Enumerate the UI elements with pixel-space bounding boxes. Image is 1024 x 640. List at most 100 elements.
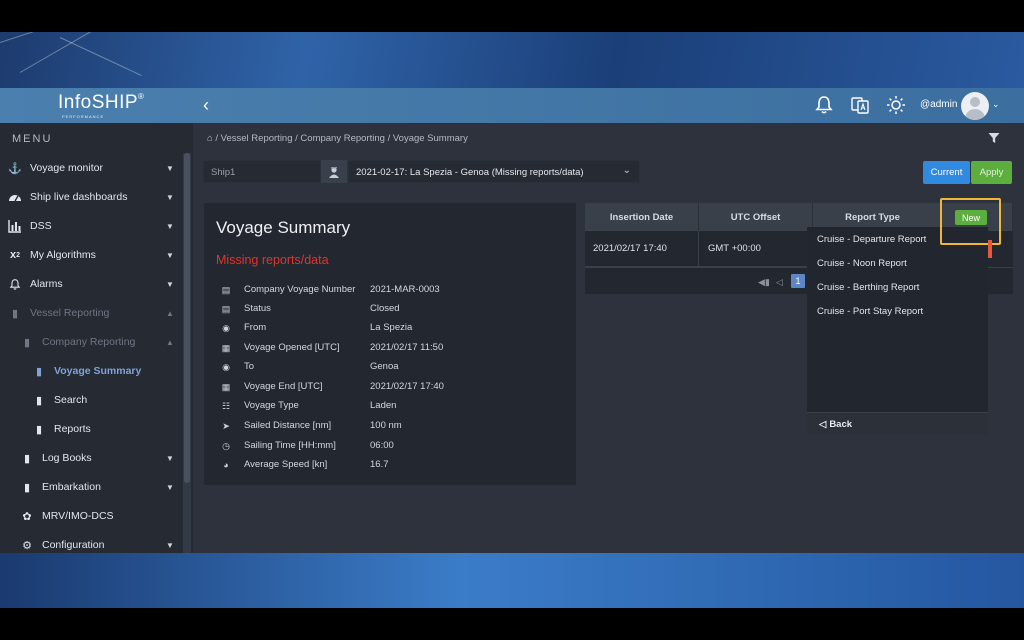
filter-icon[interactable]	[988, 132, 1000, 144]
ship-input[interactable]: Ship1	[203, 160, 321, 183]
info-label: Status	[244, 303, 271, 314]
current-button[interactable]: Current	[923, 161, 970, 184]
first-page-icon[interactable]: ◀▮	[758, 277, 770, 288]
translate-icon[interactable]	[850, 95, 870, 115]
breadcrumb-separator: /	[215, 133, 219, 144]
chevron-down-icon: ▼	[166, 163, 174, 173]
breadcrumb-item[interactable]: Company Reporting	[300, 133, 385, 144]
background-banner-bottom	[0, 553, 1024, 608]
book-icon: ▮	[23, 481, 31, 494]
back-arrow-icon: ◁	[819, 418, 827, 430]
info-row: ☷ Voyage Type Laden	[220, 399, 560, 417]
book-icon: ▮	[23, 336, 31, 349]
speedometer-icon: ◕	[223, 460, 229, 470]
info-value: Laden	[370, 400, 397, 411]
info-label: Voyage Opened [UTC]	[244, 342, 340, 353]
column-header-insertion-date[interactable]: Insertion Date	[585, 203, 699, 231]
sidebar-item-ship-live-dashboards[interactable]: Ship live dashboards ▼	[0, 184, 182, 210]
info-row: ▦ Voyage End [UTC] 2021/02/17 17:40	[220, 380, 560, 398]
sidebar-item-embarkation[interactable]: ▮ Embarkation ▼	[0, 474, 182, 500]
user-name[interactable]: @admin	[920, 99, 957, 110]
sidebar-item-mrv-imo-dcs[interactable]: ✿ MRV/IMO-DCS	[0, 503, 182, 529]
sidebar-item-dss[interactable]: DSS ▼	[0, 213, 182, 239]
info-value: 100 nm	[370, 420, 402, 431]
book-icon: ▮	[11, 307, 19, 320]
column-header-utc-offset[interactable]: UTC Offset	[699, 203, 813, 231]
info-row: ◉ To Genoa	[220, 360, 560, 378]
logo-registered: ®	[138, 92, 144, 101]
sidebar-scroll-thumb[interactable]	[184, 153, 190, 483]
breadcrumb-item[interactable]: Vessel Reporting	[221, 133, 293, 144]
bar-chart-icon	[8, 219, 22, 233]
report-type-option[interactable]: Cruise - Berthing Report	[817, 282, 919, 293]
sidebar-item-log-books[interactable]: ▮ Log Books ▼	[0, 445, 182, 471]
info-value: Genoa	[370, 361, 399, 372]
info-value: La Spezia	[370, 322, 413, 333]
chevron-up-icon: ▲	[166, 337, 174, 347]
page-number[interactable]: 1	[791, 274, 805, 288]
report-type-option[interactable]: Cruise - Departure Report	[817, 234, 926, 245]
background-banner-top	[0, 32, 1024, 88]
sidebar-item-label: MRV/IMO-DCS	[42, 510, 114, 522]
report-type-option[interactable]: Cruise - Noon Report	[817, 258, 907, 269]
sidebar-item-voyage-summary[interactable]: ▮ Voyage Summary	[0, 358, 182, 384]
main-content: ⌂ / Vessel Reporting / Company Reporting…	[193, 123, 1024, 553]
table-cell-utc-offset[interactable]: GMT +00:00	[699, 231, 813, 267]
sidebar-item-label: Ship live dashboards	[30, 191, 128, 203]
report-type-option[interactable]: Cruise - Port Stay Report	[817, 306, 923, 317]
book-icon: ▮	[35, 394, 43, 407]
sidebar-item-search[interactable]: ▮ Search	[0, 387, 182, 413]
info-value: 2021/02/17 11:50	[370, 342, 444, 353]
avatar[interactable]	[961, 92, 989, 120]
ship-input-placeholder: Ship1	[211, 167, 236, 178]
sidebar-item-label: Voyage Summary	[54, 365, 142, 377]
logo-text: InfoSHIP	[58, 92, 139, 113]
home-icon[interactable]: ⌂	[207, 133, 213, 144]
sidebar-item-reports[interactable]: ▮ Reports	[0, 416, 182, 442]
table-cell-insertion-date[interactable]: 2021/02/17 17:40	[585, 231, 699, 267]
chevron-down-icon: ▼	[166, 453, 174, 463]
info-label: To	[244, 361, 255, 372]
cursor-icon: ➤	[222, 420, 230, 431]
sidebar-item-label: DSS	[30, 220, 52, 232]
previous-page-icon[interactable]: ◁	[776, 277, 783, 288]
sidebar-item-vessel-reporting[interactable]: ▮ Vessel Reporting ▲	[0, 300, 182, 326]
chevron-down-icon: ▼	[166, 192, 174, 202]
sidebar-item-label: Embarkation	[42, 481, 101, 493]
brightness-icon[interactable]	[886, 95, 906, 115]
sidebar-item-configuration[interactable]: ⚙ Configuration ▼	[0, 532, 182, 558]
info-label: Company Voyage Number	[244, 284, 356, 295]
apply-button[interactable]: Apply	[971, 161, 1012, 184]
captain-icon	[329, 166, 339, 178]
sidebar-item-label: Configuration	[42, 539, 105, 551]
ship-select-button[interactable]	[321, 160, 347, 183]
chevron-up-icon: ▲	[166, 308, 174, 318]
chevron-down-icon: ▼	[166, 221, 174, 231]
bell-icon[interactable]	[814, 95, 834, 115]
info-row: ▤ Status Closed	[220, 302, 560, 320]
info-row: ◕ Average Speed [kn] 16.7	[220, 458, 560, 476]
sidebar-item-company-reporting[interactable]: ▮ Company Reporting ▲	[0, 329, 182, 355]
chevron-down-icon: ▼	[166, 482, 174, 492]
chevron-down-icon[interactable]: ⌄	[992, 99, 1000, 110]
collapse-sidebar-chevron-icon[interactable]: ‹	[203, 96, 209, 114]
info-row: ➤ Sailed Distance [nm] 100 nm	[220, 419, 560, 437]
chevron-down-icon: ⌄	[622, 165, 631, 176]
info-label: Voyage Type	[244, 400, 299, 411]
sidebar-item-label: Alarms	[30, 278, 63, 290]
dashboard-icon	[8, 190, 22, 204]
voyage-select[interactable]: 2021-02-17: La Spezia - Genoa (Missing r…	[348, 160, 640, 183]
id-card-icon: ▤	[221, 284, 231, 295]
sidebar-item-my-algorithms[interactable]: x2 My Algorithms ▼	[0, 242, 182, 268]
sidebar-item-alarms[interactable]: Alarms ▼	[0, 271, 182, 297]
clock-icon: ◷	[222, 440, 230, 451]
calendar-icon: ▦	[221, 381, 231, 392]
sidebar: MENU ⚓ Voyage monitor ▼ Ship live dashbo…	[0, 123, 193, 553]
logo-subtitle: PERFORMANCE	[62, 114, 105, 119]
back-button-label: Back	[829, 418, 853, 430]
info-label: Voyage End [UTC]	[244, 381, 323, 392]
back-button[interactable]: ◁ Back	[807, 412, 988, 435]
infoship-logo[interactable]: InfoSHIP® PERFORMANCE	[58, 92, 144, 119]
report-type-dropdown: Cruise - Departure Report Cruise - Noon …	[807, 227, 988, 435]
sidebar-item-voyage-monitor[interactable]: ⚓ Voyage monitor ▼	[0, 155, 182, 181]
